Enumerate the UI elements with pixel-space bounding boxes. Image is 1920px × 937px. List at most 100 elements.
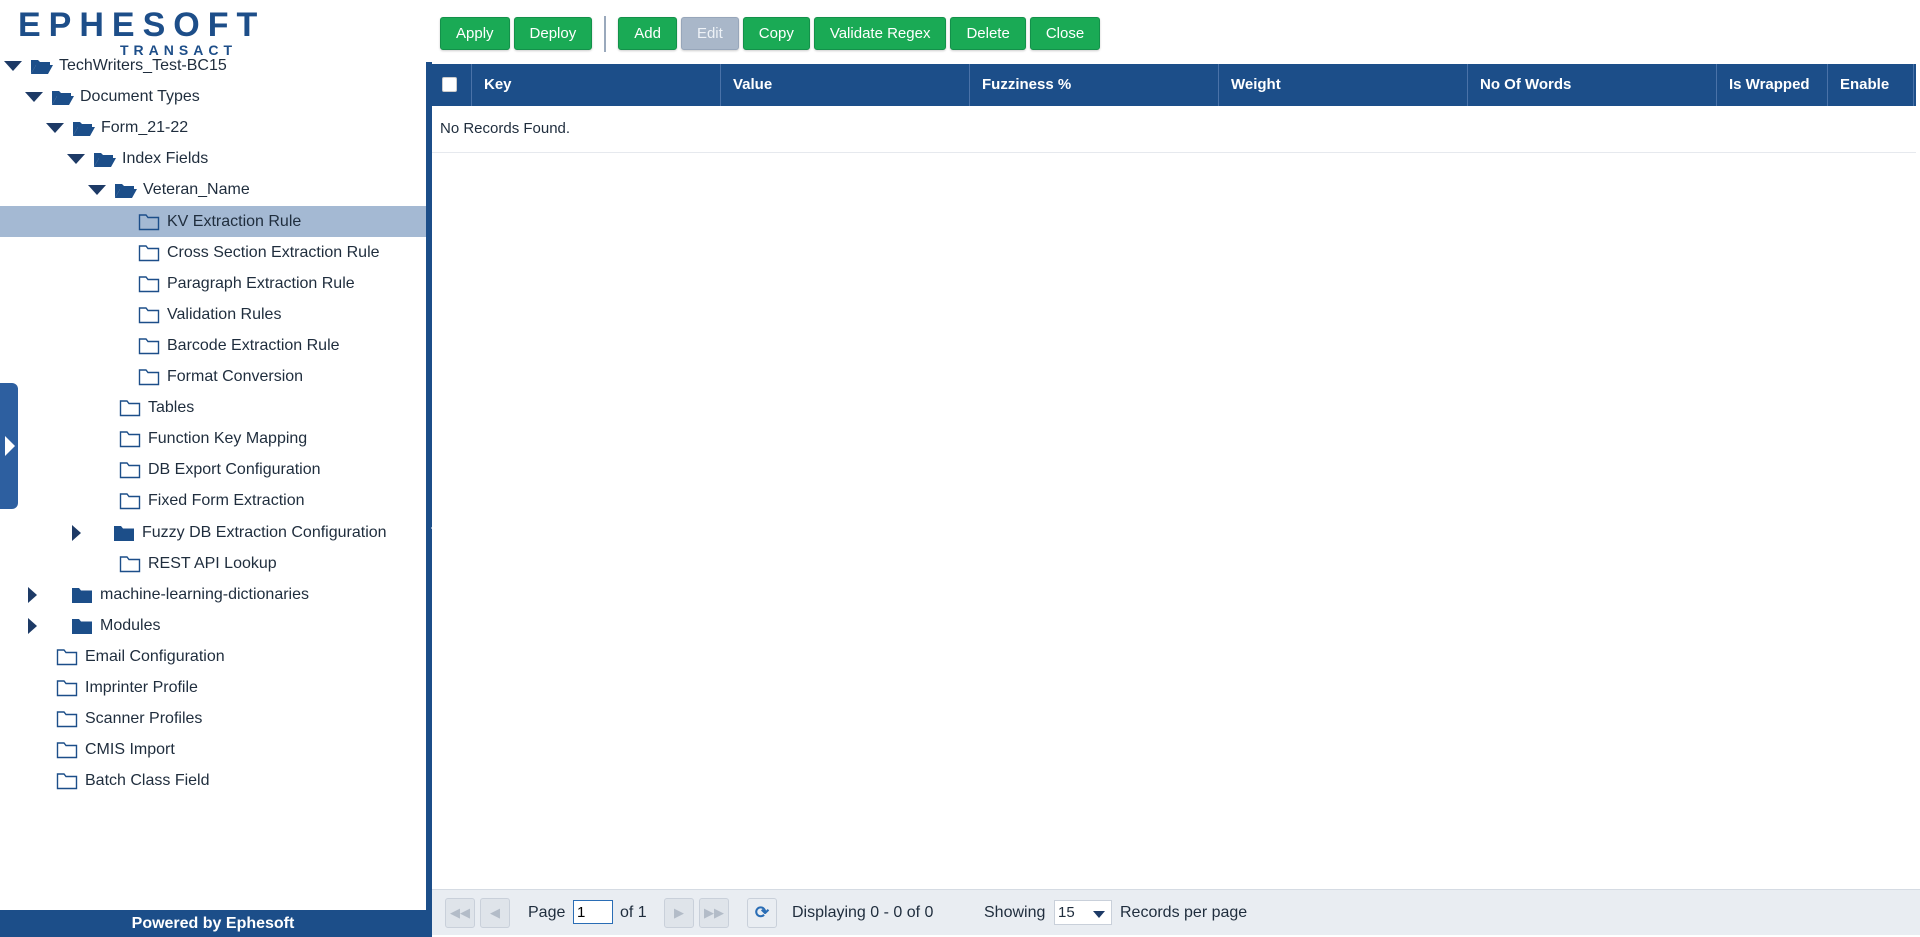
previous-page-button[interactable]: ◀ (480, 898, 510, 928)
toolbar-separator (604, 15, 607, 52)
first-page-button[interactable]: ◀◀ (445, 898, 475, 928)
tree-node[interactable]: Fixed Form Extraction (0, 485, 426, 516)
tree-node[interactable]: Validation Rules (0, 299, 426, 330)
tree-node-label: Cross Section Extraction Rule (167, 243, 380, 261)
tree-node[interactable]: Format Conversion (0, 361, 426, 392)
tree-node[interactable]: Veteran_Name (0, 174, 426, 205)
close-button[interactable]: Close (1029, 17, 1101, 50)
tree-node[interactable]: Document Types (0, 81, 426, 112)
collapsed-arrow-icon[interactable] (28, 617, 37, 634)
tree-node[interactable]: Cross Section Extraction Rule (0, 237, 426, 268)
last-page-icon: ▶▶ (704, 905, 724, 920)
deploy-button[interactable]: Deploy (513, 17, 593, 50)
tree-node[interactable]: machine-learning-dictionaries (0, 579, 426, 610)
folder-icon (138, 368, 160, 386)
refresh-icon: ⟳ (754, 903, 770, 922)
page-number-input[interactable] (573, 900, 613, 924)
records-per-page-label: Records per page (1120, 904, 1248, 921)
kv-rules-grid: Key Value Fuzziness % Weight No Of Words… (432, 62, 1920, 937)
tree-node[interactable]: Barcode Extraction Rule (0, 330, 426, 361)
tree-node[interactable]: Tables (0, 392, 426, 423)
page-size-value: 15 (1058, 904, 1075, 921)
tree-node[interactable]: Imprinter Profile (0, 672, 426, 703)
expand-sidebar-tab[interactable] (0, 383, 18, 509)
folder-icon (138, 244, 160, 262)
tree-node-label: Fixed Form Extraction (148, 491, 305, 509)
folder-icon (56, 679, 78, 697)
previous-page-icon: ◀ (490, 905, 500, 920)
validate-regex-button[interactable]: Validate Regex (813, 17, 947, 50)
column-header-no-of-words[interactable]: No Of Words (1468, 64, 1717, 106)
tree-node[interactable]: Fuzzy DB Extraction Configuration (0, 517, 426, 548)
tree-node[interactable]: Paragraph Extraction Rule (0, 268, 426, 299)
expanded-arrow-icon[interactable] (25, 91, 43, 102)
add-button[interactable]: Add (618, 17, 677, 50)
folder-open-icon (30, 57, 53, 74)
folder-icon (113, 524, 135, 541)
folder-icon (71, 586, 93, 603)
tree-node-label: Email Configuration (85, 647, 225, 665)
refresh-button[interactable]: ⟳ (747, 898, 777, 928)
tree-node-label: Imprinter Profile (85, 678, 198, 696)
tree-node[interactable]: Scanner Profiles (0, 703, 426, 734)
folder-icon (138, 306, 160, 324)
folder-icon (119, 555, 141, 573)
expanded-arrow-icon[interactable] (88, 184, 106, 195)
expand-arrow-icon (5, 436, 15, 456)
page-size-select[interactable]: 15 (1054, 900, 1112, 925)
expanded-arrow-icon[interactable] (46, 122, 64, 133)
tree-node[interactable]: Batch Class Field (0, 765, 426, 796)
tree-node[interactable]: TechWriters_Test-BC15 (0, 50, 426, 81)
tree-node[interactable]: Email Configuration (0, 641, 426, 672)
tree-node[interactable]: Form_21-22 (0, 112, 426, 143)
apply-button[interactable]: Apply (440, 17, 510, 50)
grid-header: Key Value Fuzziness % Weight No Of Words… (432, 64, 1916, 106)
column-header-value[interactable]: Value (721, 64, 970, 106)
collapsed-arrow-icon[interactable] (72, 524, 81, 541)
tree-node-label: Document Types (80, 87, 200, 105)
column-header-enable[interactable]: Enable (1828, 64, 1914, 106)
expanded-arrow-icon[interactable] (67, 153, 85, 164)
delete-button[interactable]: Delete (950, 17, 1026, 50)
tree-node[interactable]: KV Extraction Rule (0, 206, 426, 237)
powered-by-footer: Powered by Ephesoft (0, 910, 426, 937)
folder-icon (138, 213, 160, 231)
tree-node-label: Fuzzy DB Extraction Configuration (142, 523, 387, 541)
column-header-weight[interactable]: Weight (1219, 64, 1468, 106)
tree-node[interactable]: REST API Lookup (0, 548, 426, 579)
tree-node-label: Form_21-22 (101, 118, 189, 136)
tree-node[interactable]: Index Fields (0, 143, 426, 174)
tree-node-label: machine-learning-dictionaries (100, 585, 309, 603)
column-header-is-wrapped[interactable]: Is Wrapped (1717, 64, 1828, 106)
copy-button[interactable]: Copy (742, 17, 810, 50)
column-header-fuzziness[interactable]: Fuzziness % (970, 64, 1219, 106)
first-page-icon: ◀◀ (450, 905, 470, 920)
tree-node[interactable]: DB Export Configuration (0, 454, 426, 485)
collapsed-arrow-icon[interactable] (28, 586, 37, 603)
folder-icon (119, 399, 141, 417)
next-page-button[interactable]: ▶ (664, 898, 694, 928)
folder-icon (56, 648, 78, 666)
folder-icon (138, 275, 160, 293)
tree-node-label: TechWriters_Test-BC15 (59, 56, 227, 74)
select-all-checkbox[interactable] (442, 77, 457, 92)
edit-button[interactable]: Edit (680, 17, 739, 50)
folder-icon (119, 492, 141, 510)
tree-node-label: Format Conversion (167, 367, 304, 385)
tree-node[interactable]: CMIS Import (0, 734, 426, 765)
select-all-cell (432, 64, 472, 106)
tree-node-label: CMIS Import (85, 740, 175, 758)
page-count-label: of 1 (620, 904, 647, 921)
row-divider (432, 152, 1916, 153)
tree-node[interactable]: Modules (0, 610, 426, 641)
chevron-down-icon (1093, 911, 1105, 918)
tree-node-label: KV Extraction Rule (167, 212, 302, 230)
folder-icon (138, 337, 160, 355)
showing-label: Showing (984, 904, 1046, 921)
last-page-button[interactable]: ▶▶ (699, 898, 729, 928)
tree-node-label: Batch Class Field (85, 771, 210, 789)
column-header-key[interactable]: Key (472, 64, 721, 106)
expanded-arrow-icon[interactable] (4, 60, 22, 71)
tree-node[interactable]: Function Key Mapping (0, 423, 426, 454)
folder-icon (56, 772, 78, 790)
